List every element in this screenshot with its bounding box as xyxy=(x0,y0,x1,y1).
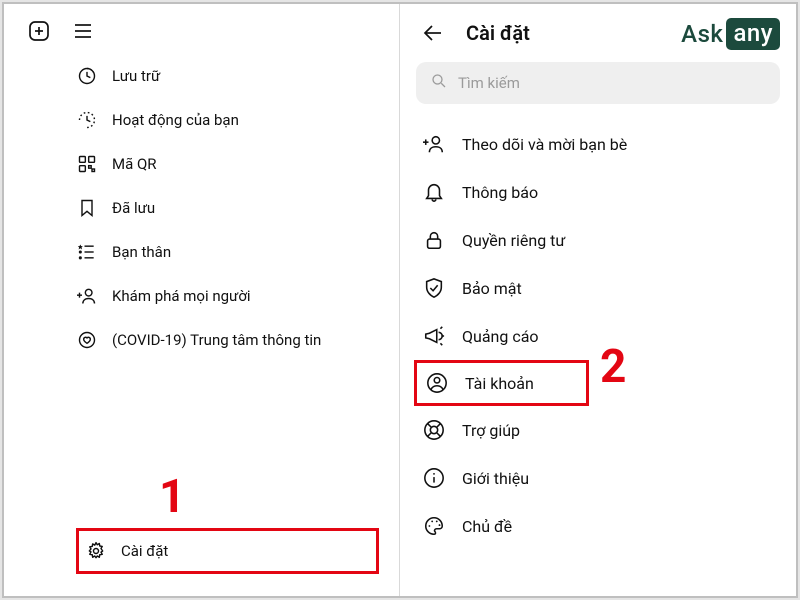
palette-icon xyxy=(422,514,446,538)
settings-item-notifications[interactable]: Thông báo xyxy=(422,168,780,216)
menu-label: Khám phá mọi người xyxy=(112,285,251,306)
menu-item-saved[interactable]: Đã lưu xyxy=(76,186,379,230)
brand-ask: Ask xyxy=(681,20,723,48)
menu-label: Lưu trữ xyxy=(112,65,160,86)
activity-icon xyxy=(76,109,98,131)
settings-label: Chủ đề xyxy=(462,517,512,536)
app-frame: Lưu trữ Hoạt động của bạn Mã QR Đã lưu xyxy=(2,2,798,598)
list-star-icon xyxy=(76,241,98,263)
bookmark-icon xyxy=(76,197,98,219)
callout-number-1: 1 xyxy=(159,470,185,524)
menu-label: Mã QR xyxy=(112,153,157,174)
settings-label: Tài khoản xyxy=(465,374,534,393)
settings-label: Cài đặt xyxy=(121,542,168,560)
settings-label: Thông báo xyxy=(462,183,538,202)
brand-logo: Ask any xyxy=(681,18,780,50)
shield-check-icon xyxy=(422,276,446,300)
panel-profile-menu: Lưu trữ Hoạt động của bạn Mã QR Đã lưu xyxy=(4,4,400,596)
archive-icon xyxy=(76,65,98,87)
settings-label: Quảng cáo xyxy=(462,327,539,346)
create-post-icon[interactable] xyxy=(26,18,52,44)
page-title: Cài đặt xyxy=(466,21,530,45)
search-placeholder: Tìm kiếm xyxy=(458,74,520,92)
settings-item-privacy[interactable]: Quyền riêng tư xyxy=(422,216,780,264)
heart-circle-icon xyxy=(76,329,98,351)
settings-list: Theo dõi và mời bạn bè Thông báo Quyền r… xyxy=(400,120,796,550)
panel-settings: Cài đặt Ask any Tìm kiếm Theo dõi và mời… xyxy=(400,4,796,596)
menu-item-activity[interactable]: Hoạt động của bạn xyxy=(76,98,379,142)
settings-label: Giới thiệu xyxy=(462,469,529,488)
hamburger-menu-icon[interactable] xyxy=(70,18,96,44)
settings-label: Trợ giúp xyxy=(462,421,520,440)
menu-label: Đã lưu xyxy=(112,197,155,218)
account-circle-icon xyxy=(425,371,449,395)
info-icon xyxy=(422,466,446,490)
gear-icon xyxy=(85,540,107,562)
settings-label: Bảo mật xyxy=(462,279,522,298)
topbar-left xyxy=(4,4,399,54)
follow-person-icon xyxy=(422,132,446,156)
bell-icon xyxy=(422,180,446,204)
back-arrow-icon[interactable] xyxy=(420,20,446,46)
qr-icon xyxy=(76,153,98,175)
search-icon xyxy=(430,72,448,94)
bottom-area: Cài đặt xyxy=(76,528,379,574)
settings-item-follow-invite[interactable]: Theo dõi và mời bạn bè xyxy=(422,120,780,168)
settings-item-help[interactable]: Trợ giúp xyxy=(422,406,780,454)
search-input[interactable]: Tìm kiếm xyxy=(416,62,780,104)
menu-label: Bạn thân xyxy=(112,241,171,262)
menu-item-discover[interactable]: Khám phá mọi người xyxy=(76,274,379,318)
brand-any: any xyxy=(726,18,780,50)
menu-item-qr[interactable]: Mã QR xyxy=(76,142,379,186)
lock-icon xyxy=(422,228,446,252)
settings-item-account[interactable]: Tài khoản xyxy=(414,360,589,406)
settings-label: Theo dõi và mời bạn bè xyxy=(462,135,627,154)
megaphone-icon xyxy=(422,324,446,348)
menu-label: Hoạt động của bạn xyxy=(112,109,239,130)
menu-item-archive[interactable]: Lưu trữ xyxy=(76,54,379,98)
menu-item-covid[interactable]: (COVID-19) Trung tâm thông tin xyxy=(76,318,379,362)
settings-item-theme[interactable]: Chủ đề xyxy=(422,502,780,550)
menu-item-settings[interactable]: Cài đặt xyxy=(76,528,379,574)
settings-item-about[interactable]: Giới thiệu xyxy=(422,454,780,502)
settings-item-security[interactable]: Bảo mật xyxy=(422,264,780,312)
settings-label: Quyền riêng tư xyxy=(462,231,565,250)
add-person-icon xyxy=(76,285,98,307)
profile-menu-list: Lưu trữ Hoạt động của bạn Mã QR Đã lưu xyxy=(4,54,399,362)
lifebuoy-icon xyxy=(422,418,446,442)
menu-label: (COVID-19) Trung tâm thông tin xyxy=(112,329,321,350)
menu-item-closefriends[interactable]: Bạn thân xyxy=(76,230,379,274)
callout-number-2: 2 xyxy=(600,340,626,394)
